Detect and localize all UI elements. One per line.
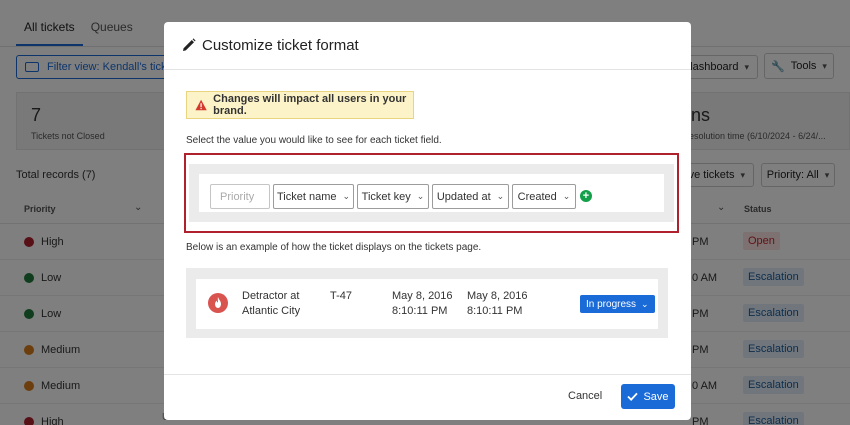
fire-icon <box>208 293 228 313</box>
chevron-down-icon: ⌄ <box>342 191 351 201</box>
preview-name-line1: Detractor at <box>242 290 300 302</box>
priority-field-placeholder: Priority <box>220 190 255 203</box>
ticket-preview-card: Detractor at Atlantic City T-47 May 8, 2… <box>196 279 658 329</box>
updated-at-field-label: Updated at <box>436 190 491 203</box>
ticket-fields-container: Priority Ticket name ⌄ Ticket key ⌄ Upda… <box>189 164 674 222</box>
warning-text: Changes will impact all users in your br… <box>213 93 407 117</box>
preview-created: May 8, 2016 8:10:11 PM <box>467 289 528 319</box>
checkmark-icon <box>627 392 639 401</box>
updated-at-field-select[interactable]: Updated at ⌄ <box>432 184 509 209</box>
chevron-down-icon: ⌄ <box>416 191 425 201</box>
ticket-fields-row: Priority Ticket name ⌄ Ticket key ⌄ Upda… <box>199 174 664 212</box>
created-field-label: Created <box>517 190 557 203</box>
warning-icon <box>195 99 207 111</box>
chevron-down-icon: ⌄ <box>496 191 505 201</box>
ticket-key-field-label: Ticket key <box>361 190 411 203</box>
save-label: Save <box>643 390 669 403</box>
warning-banner: Changes will impact all users in your br… <box>186 91 414 119</box>
pencil-icon <box>183 38 196 51</box>
preview-status-dropdown[interactable]: In progress ⌄ <box>580 295 655 313</box>
cancel-button[interactable]: Cancel <box>568 390 602 402</box>
add-field-icon[interactable]: + <box>580 190 592 202</box>
dialog-title: Customize ticket format <box>202 37 359 54</box>
chevron-down-icon: ⌄ <box>641 298 649 309</box>
ticket-name-field-select[interactable]: Ticket name ⌄ <box>273 184 354 209</box>
preview-name-line2: Atlantic City <box>242 305 301 317</box>
preview-status-label: In progress <box>586 298 637 310</box>
save-button[interactable]: Save <box>621 384 675 409</box>
example-description: Below is an example of how the ticket di… <box>186 242 482 253</box>
chevron-down-icon: ⌄ <box>562 191 571 201</box>
customize-ticket-format-dialog: Customize ticket format Changes will imp… <box>164 22 691 420</box>
ticket-preview-container: Detractor at Atlantic City T-47 May 8, 2… <box>186 268 668 338</box>
preview-ticket-key: T-47 <box>330 290 353 302</box>
created-field-select[interactable]: Created ⌄ <box>512 184 576 209</box>
priority-field-select[interactable]: Priority <box>210 184 270 209</box>
preview-ticket-name: Detractor at Atlantic City <box>242 289 300 319</box>
preview-updated-at: May 8, 2016 8:10:11 PM <box>392 289 453 319</box>
ticket-fields-highlight: Priority Ticket name ⌄ Ticket key ⌄ Upda… <box>184 153 679 233</box>
dialog-header: Customize ticket format <box>164 22 691 70</box>
ticket-name-field-label: Ticket name <box>276 190 337 203</box>
preview-created-date: May 8, 2016 <box>467 290 528 302</box>
ticket-key-field-select[interactable]: Ticket key ⌄ <box>357 184 429 209</box>
field-instruction: Select the value you would like to see f… <box>186 135 442 146</box>
dialog-footer-divider <box>164 374 691 375</box>
preview-updated-time: 8:10:11 PM <box>392 305 448 317</box>
fire-icon-glyph <box>215 297 221 308</box>
preview-created-time: 8:10:11 PM <box>467 305 523 317</box>
preview-updated-date: May 8, 2016 <box>392 290 453 302</box>
